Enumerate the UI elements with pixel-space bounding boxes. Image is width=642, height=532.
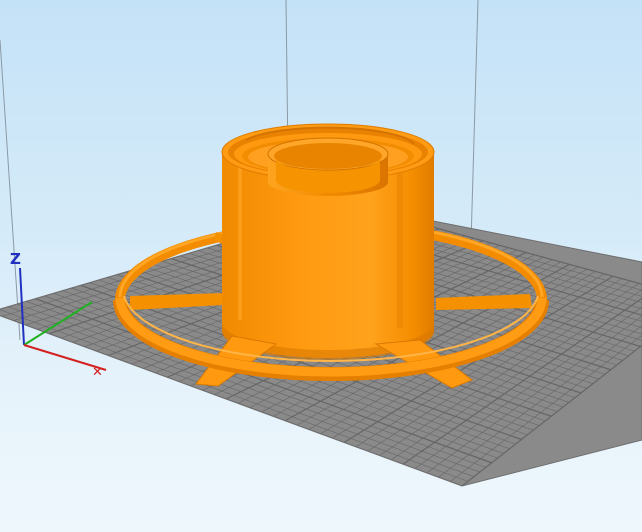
z-axis-label: Z <box>10 250 21 268</box>
3d-viewport[interactable]: Z ✕ <box>0 0 642 532</box>
x-axis-mark-icon: ✕ <box>92 365 103 380</box>
scene-canvas[interactable]: Z ✕ <box>0 0 642 532</box>
